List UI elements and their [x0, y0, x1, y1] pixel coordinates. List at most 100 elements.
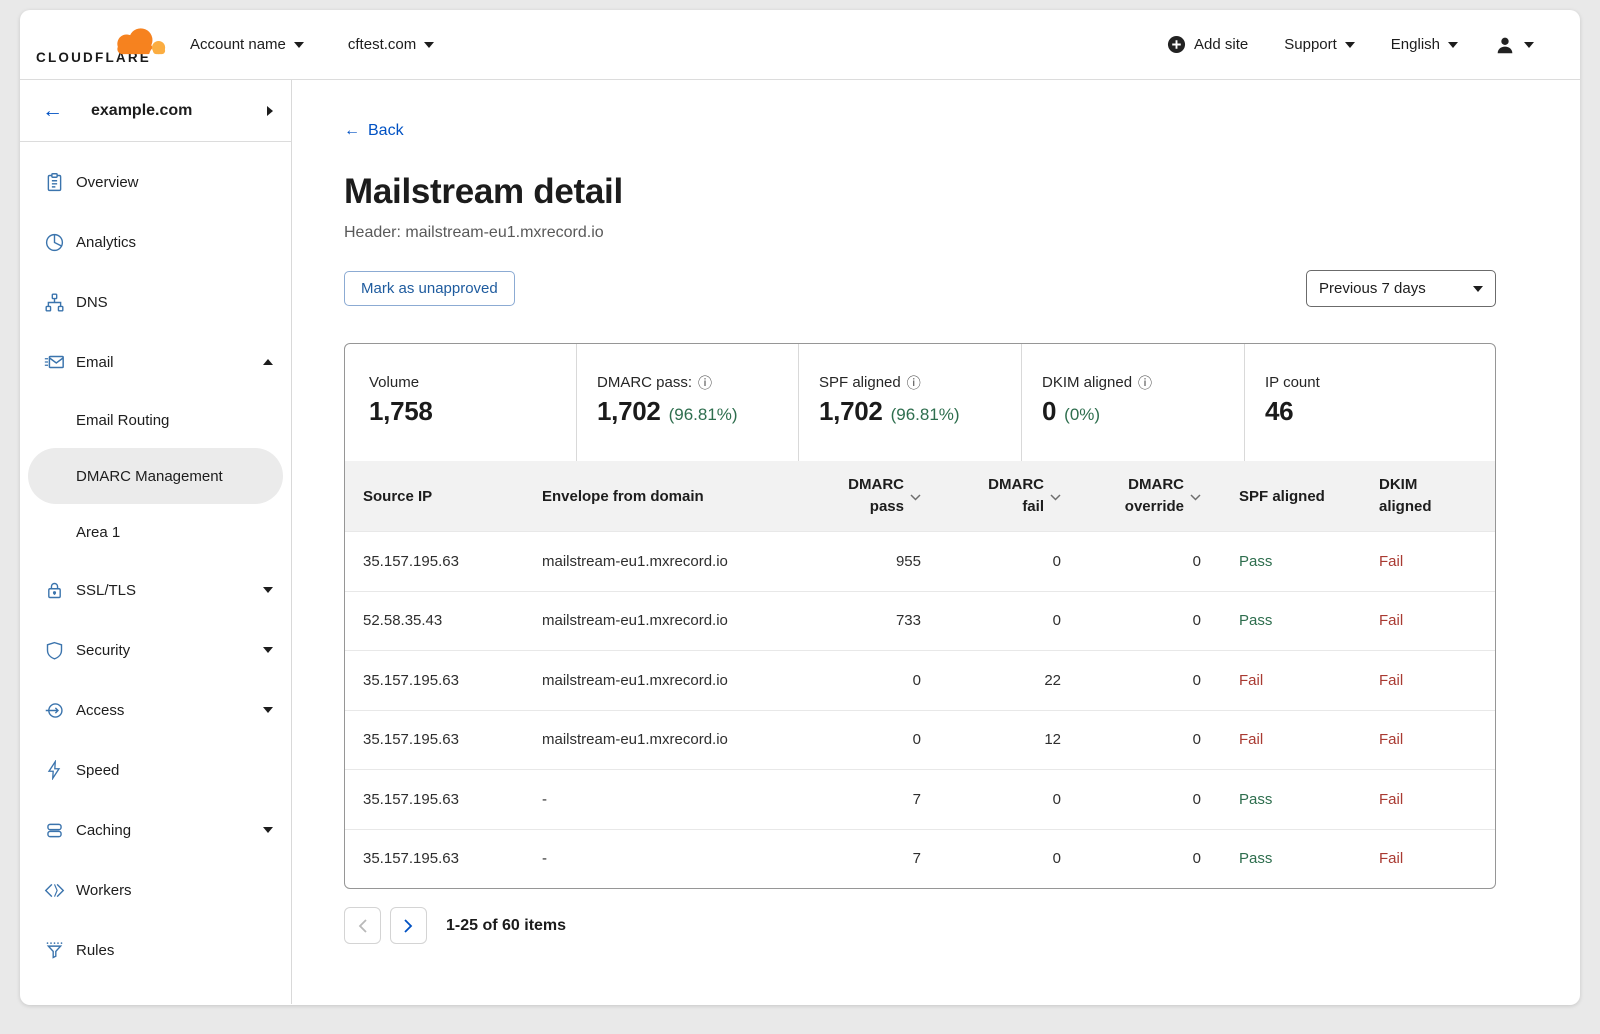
sort-chevron-icon[interactable]: [1050, 494, 1061, 501]
chevron-right-icon[interactable]: [267, 106, 273, 116]
language-menu[interactable]: English: [1391, 36, 1458, 53]
cell-dkim-aligned: Fail: [1379, 612, 1495, 629]
sidebar-item-speed[interactable]: Speed: [28, 740, 283, 800]
cell-dmarc-override: 0: [1069, 731, 1209, 748]
table-row[interactable]: 35.157.195.63 mailstream-eu1.mxrecord.io…: [345, 531, 1495, 591]
sidebar-item-analytics[interactable]: Analytics: [28, 212, 283, 272]
account-menu-label: Account name: [190, 36, 286, 53]
column-header-dmarc-pass[interactable]: DMARC pass: [782, 474, 929, 518]
sidebar-item-label: Access: [76, 702, 124, 719]
top-navigation-bar: CLOUDFLARE Account name cftest.com Add s…: [20, 10, 1580, 80]
sidebar-item-dns[interactable]: DNS: [28, 272, 283, 332]
sort-chevron-icon[interactable]: [1190, 494, 1201, 501]
padlock-icon: [42, 578, 66, 602]
language-label: English: [1391, 36, 1440, 53]
cell-dmarc-fail: 22: [929, 672, 1069, 689]
table-header-row: Source IP Envelope from domain DMARC pas…: [345, 461, 1495, 531]
cell-dmarc-pass: 7: [782, 850, 929, 867]
access-icon: [42, 698, 66, 722]
chevron-down-icon: [294, 42, 304, 48]
chevron-down-icon: [424, 42, 434, 48]
user-icon: [1494, 34, 1516, 56]
add-site-button[interactable]: Add site: [1167, 35, 1248, 54]
sidebar-item-email-routing[interactable]: Email Routing: [28, 392, 283, 448]
account-menu[interactable]: Account name: [190, 36, 304, 53]
cell-dmarc-fail: 12: [929, 731, 1069, 748]
table-row[interactable]: 35.157.195.63 - 7 0 0 Pass Fail: [345, 829, 1495, 889]
sidebar-item-security[interactable]: Security: [28, 620, 283, 680]
sidebar-item-label: SSL/TLS: [76, 582, 136, 599]
mailstream-panel: Volume 1,758 DMARC pass:ⓘ 1,702(96.81%) …: [344, 343, 1496, 889]
chevron-down-icon: [1448, 42, 1458, 48]
user-account-menu[interactable]: [1494, 34, 1534, 56]
mark-as-unapproved-button[interactable]: Mark as unapproved: [344, 271, 515, 306]
chevron-down-icon: [1345, 42, 1355, 48]
cell-dmarc-pass: 0: [782, 672, 929, 689]
cell-spf-aligned: Fail: [1209, 731, 1379, 748]
cell-dkim-aligned: Fail: [1379, 850, 1495, 867]
main-content: ← Back Mailstream detail Header: mailstr…: [292, 80, 1580, 1004]
stat-label: SPF aligned: [819, 374, 901, 391]
info-icon[interactable]: ⓘ: [907, 376, 921, 390]
sidebar-item-overview[interactable]: Overview: [28, 152, 283, 212]
funnel-icon: [42, 938, 66, 962]
sidebar-item-label: Speed: [76, 762, 119, 779]
info-icon[interactable]: ⓘ: [698, 376, 712, 390]
chevron-left-icon: [358, 919, 367, 933]
site-menu[interactable]: cftest.com: [348, 36, 434, 53]
cell-dmarc-fail: 0: [929, 850, 1069, 867]
cloudflare-logo[interactable]: CLOUDFLARE: [36, 24, 160, 65]
cell-dmarc-pass: 0: [782, 731, 929, 748]
sidebar-item-ssl-tls[interactable]: SSL/TLS: [28, 560, 283, 620]
stat-ip-count: IP count 46: [1244, 344, 1495, 461]
sidebar-item-label: Overview: [76, 174, 139, 191]
table-row[interactable]: 35.157.195.63 mailstream-eu1.mxrecord.io…: [345, 710, 1495, 770]
sidebar-item-label: Email: [76, 354, 114, 371]
sidebar-item-label: Caching: [76, 822, 131, 839]
back-link[interactable]: ← Back: [344, 122, 404, 140]
sidebar-site-header: ← example.com: [20, 80, 291, 142]
sidebar-item-caching[interactable]: Caching: [28, 800, 283, 860]
sidebar-item-access[interactable]: Access: [28, 680, 283, 740]
chevron-down-icon: [263, 647, 273, 653]
sidebar-item-label: Area 1: [76, 524, 120, 541]
cell-envelope-from: mailstream-eu1.mxrecord.io: [542, 672, 782, 689]
sidebar-item-label: Rules: [76, 942, 114, 959]
bolt-icon: [42, 758, 66, 782]
next-page-button[interactable]: [390, 907, 427, 944]
chevron-down-icon: [263, 707, 273, 713]
pagination-label: 1-25 of 60 items: [446, 917, 566, 935]
table-row[interactable]: 35.157.195.63 - 7 0 0 Pass Fail: [345, 769, 1495, 829]
cell-source-ip: 35.157.195.63: [345, 553, 542, 570]
table-row[interactable]: 52.58.35.43 mailstream-eu1.mxrecord.io 7…: [345, 591, 1495, 651]
sidebar-item-area-1[interactable]: Area 1: [28, 504, 283, 560]
cell-dmarc-fail: 0: [929, 612, 1069, 629]
stat-label: DMARC pass:: [597, 374, 692, 391]
support-menu[interactable]: Support: [1284, 36, 1355, 53]
sidebar-item-label: DNS: [76, 294, 108, 311]
shield-icon: [42, 638, 66, 662]
cell-source-ip: 35.157.195.63: [345, 672, 542, 689]
table-row[interactable]: 35.157.195.63 mailstream-eu1.mxrecord.io…: [345, 650, 1495, 710]
cell-dmarc-override: 0: [1069, 612, 1209, 629]
cell-dkim-aligned: Fail: [1379, 672, 1495, 689]
cell-source-ip: 35.157.195.63: [345, 850, 542, 867]
sidebar-item-workers[interactable]: Workers: [28, 860, 283, 920]
back-arrow-icon[interactable]: ←: [42, 100, 63, 121]
date-range-select[interactable]: Previous 7 days: [1306, 270, 1496, 307]
date-range-value: Previous 7 days: [1319, 280, 1426, 297]
cell-spf-aligned: Pass: [1209, 791, 1379, 808]
sidebar-item-dmarc-management[interactable]: DMARC Management: [28, 448, 283, 504]
stat-dkim-aligned: DKIM alignedⓘ 0(0%): [1021, 344, 1244, 461]
column-header-dmarc-fail[interactable]: DMARC fail: [929, 474, 1069, 518]
sidebar-item-rules[interactable]: Rules: [28, 920, 283, 980]
column-header-dmarc-override[interactable]: DMARC override: [1069, 474, 1209, 518]
previous-page-button[interactable]: [344, 907, 381, 944]
cell-source-ip: 35.157.195.63: [345, 791, 542, 808]
sort-chevron-icon[interactable]: [910, 494, 921, 501]
cell-dmarc-override: 0: [1069, 553, 1209, 570]
sidebar-item-email[interactable]: Email: [28, 332, 283, 392]
sidebar-item-label: Workers: [76, 882, 132, 899]
info-icon[interactable]: ⓘ: [1138, 376, 1152, 390]
column-header-dkim-aligned: DKIM aligned: [1379, 474, 1441, 518]
